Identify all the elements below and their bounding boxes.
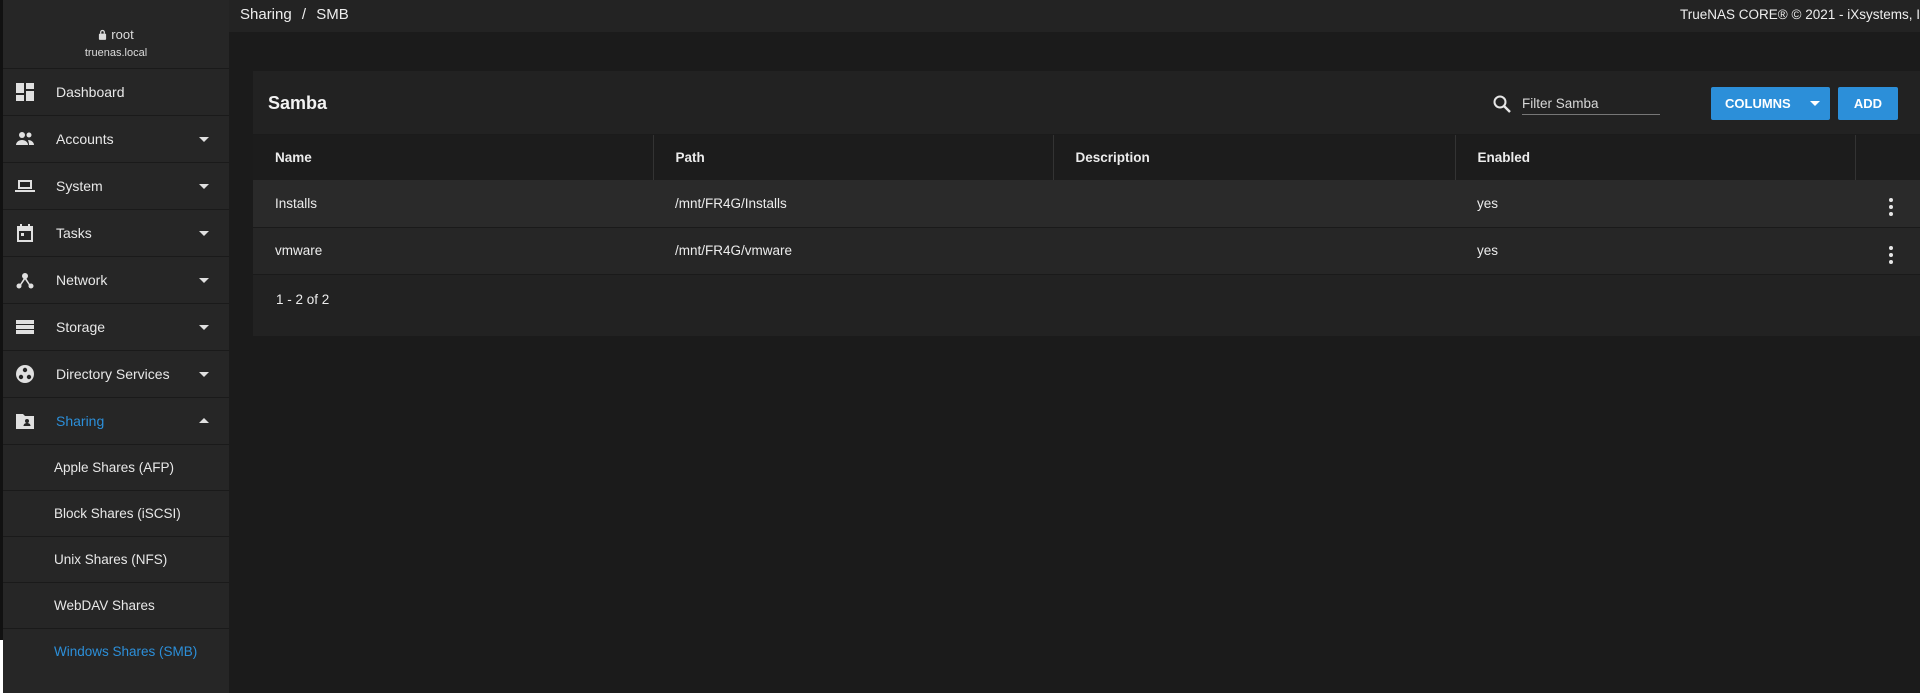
dashboard-icon — [15, 82, 35, 102]
lock-icon — [99, 29, 107, 40]
cell-name: Installs — [253, 180, 653, 228]
column-header-name[interactable]: Name — [253, 135, 654, 180]
chevron-down-icon — [199, 372, 209, 377]
cell-actions — [1855, 227, 1920, 275]
column-header-description[interactable]: Description — [1053, 135, 1456, 180]
top-bar: Sharing / SMB TrueNAS CORE® © 2021 - iXs… — [229, 0, 1920, 32]
breadcrumb-smb: SMB — [316, 6, 349, 23]
sidebar-item-label: Storage — [56, 319, 106, 335]
sidebar-item-dashboard[interactable]: Dashboard — [3, 68, 229, 115]
cell-description — [1053, 227, 1455, 275]
sidebar-subitem-nfs[interactable]: Unix Shares (NFS) — [3, 536, 229, 582]
cell-description — [1053, 180, 1455, 228]
sidebar-item-label: System — [56, 178, 103, 194]
table-row[interactable]: Installs /mnt/FR4G/Installs yes — [253, 180, 1920, 228]
breadcrumb-sharing[interactable]: Sharing — [240, 6, 292, 23]
columns-button-label: COLUMNS — [1725, 96, 1791, 111]
add-button[interactable]: ADD — [1838, 87, 1898, 120]
user-box: root truenas.local — [3, 0, 229, 68]
card-title: Samba — [268, 93, 328, 113]
sidebar-subitem-smb[interactable]: Windows Shares (SMB) — [3, 628, 229, 674]
chevron-down-icon — [199, 325, 209, 330]
sidebar-item-label: Dashboard — [56, 84, 125, 100]
columns-button[interactable]: COLUMNS — [1711, 87, 1830, 120]
storage-icon — [15, 317, 35, 337]
shared-folder-icon — [15, 411, 35, 431]
cell-actions — [1855, 180, 1920, 228]
sidebar-item-system[interactable]: System — [3, 162, 229, 209]
sidebar-item-label: Sharing — [56, 413, 105, 429]
search-icon — [1493, 95, 1511, 113]
chevron-down-icon — [199, 231, 209, 236]
directory-icon — [15, 364, 35, 384]
network-icon — [15, 270, 35, 290]
sidebar-item-label: Directory Services — [56, 366, 170, 382]
card-header: Samba COLUMNS ADD — [253, 71, 1920, 135]
breadcrumb: Sharing / SMB — [240, 6, 355, 23]
sidebar-subitem-iscsi[interactable]: Block Shares (iSCSI) — [3, 490, 229, 536]
laptop-icon — [15, 176, 35, 196]
samba-card: Samba COLUMNS ADD Name Path Description … — [253, 71, 1920, 406]
more-vert-icon[interactable] — [1889, 198, 1893, 217]
cell-enabled: yes — [1455, 227, 1855, 275]
sidebar-subitem-afp[interactable]: Apple Shares (AFP) — [3, 444, 229, 490]
hostname: truenas.local — [84, 47, 148, 59]
sidebar-item-sharing[interactable]: Sharing — [3, 397, 229, 444]
sidebar-item-storage[interactable]: Storage — [3, 303, 229, 350]
chevron-down-icon — [199, 184, 209, 189]
cell-path: /mnt/FR4G/Installs — [653, 180, 1053, 228]
sidebar-item-network[interactable]: Network — [3, 256, 229, 303]
column-header-path[interactable]: Path — [653, 135, 1054, 180]
calendar-icon — [15, 223, 35, 243]
scrollbar[interactable] — [1910, 357, 1920, 406]
copyright-text: TrueNAS CORE® © 2021 - iXsystems, I — [1680, 7, 1920, 22]
username: root — [111, 27, 134, 42]
cell-name: vmware — [253, 227, 653, 275]
column-header-enabled[interactable]: Enabled — [1455, 135, 1856, 180]
sidebar-subitem-webdav[interactable]: WebDAV Shares — [3, 582, 229, 628]
chevron-down-icon — [199, 278, 209, 283]
shares-table: Name Path Description Enabled Installs /… — [253, 135, 1920, 275]
breadcrumb-separator: / — [301, 6, 307, 23]
more-vert-icon[interactable] — [1889, 245, 1893, 264]
sidebar-item-label: Network — [56, 272, 108, 288]
column-header-actions — [1855, 135, 1920, 180]
sidebar-edge — [0, 640, 3, 693]
sidebar-item-accounts[interactable]: Accounts — [3, 115, 229, 162]
chevron-down-icon — [199, 137, 209, 142]
people-icon — [15, 129, 35, 149]
sidebar-item-tasks[interactable]: Tasks — [3, 209, 229, 256]
cell-path: /mnt/FR4G/vmware — [653, 227, 1053, 275]
chevron-up-icon — [199, 418, 209, 423]
sidebar-item-label: Tasks — [56, 225, 92, 241]
table-footer: 1 - 2 of 2 — [253, 274, 1920, 324]
cell-enabled: yes — [1455, 180, 1855, 228]
sidebar-item-label: Accounts — [56, 131, 114, 147]
pagination-range: 1 - 2 of 2 — [276, 291, 330, 307]
table-row[interactable]: vmware /mnt/FR4G/vmware yes — [253, 227, 1920, 275]
filter-samba-input[interactable] — [1522, 93, 1660, 115]
sidebar-item-directory-services[interactable]: Directory Services — [3, 350, 229, 397]
sidebar: root truenas.local Dashboard Accounts Sy… — [0, 0, 229, 693]
table-header-row: Name Path Description Enabled — [253, 135, 1920, 180]
chevron-down-icon — [1810, 101, 1820, 106]
